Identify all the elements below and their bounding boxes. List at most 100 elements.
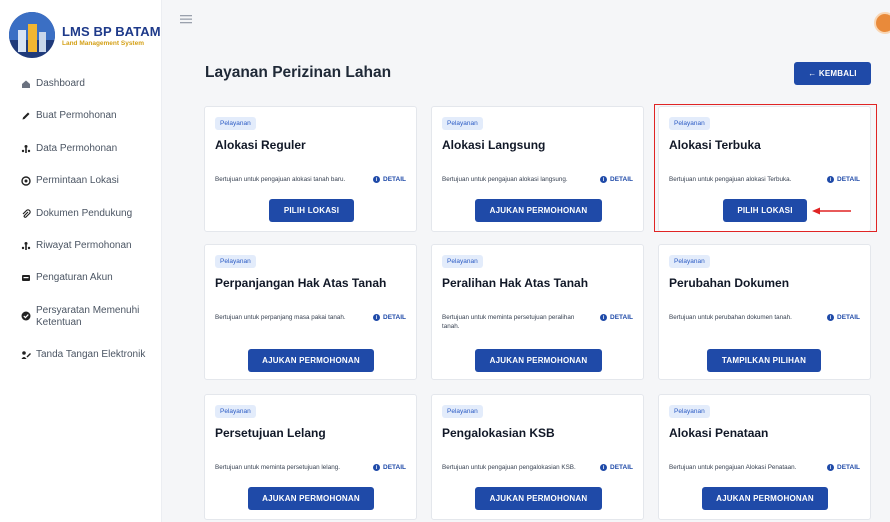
info-icon: i <box>600 176 607 183</box>
avatar[interactable] <box>874 12 890 34</box>
data-icon <box>21 144 31 154</box>
detail-label: DETAIL <box>837 464 860 471</box>
card-description: Bertujuan untuk pengajuan Alokasi Penata… <box>669 464 797 471</box>
service-badge: Pelayanan <box>215 117 256 130</box>
sidebar-item-tanda-tangan[interactable]: Tanda Tangan Elektronik <box>0 347 162 379</box>
detail-label: DETAIL <box>383 176 406 183</box>
service-badge: Pelayanan <box>442 405 483 418</box>
service-card-perubahan-dokumen: Pelayanan Perubahan Dokumen Bertujuan un… <box>658 244 871 380</box>
service-card-alokasi-langsung: Pelayanan Alokasi Langsung Bertujuan unt… <box>431 106 644 232</box>
detail-label: DETAIL <box>837 314 860 321</box>
card-description: Bertujuan untuk meminta persetujuan lela… <box>215 464 340 471</box>
sidebar-item-label: Dokumen Pendukung <box>36 207 133 219</box>
detail-label: DETAIL <box>383 464 406 471</box>
ajukan-permohonan-button[interactable]: AJUKAN PERMOHONAN <box>475 487 602 510</box>
service-card-perpanjangan-hat: Pelayanan Perpanjangan Hak Atas Tanah Be… <box>204 244 417 380</box>
sidebar-item-permintaan-lokasi[interactable]: Permintaan Lokasi <box>0 173 162 205</box>
brand-subtitle: Land Management System <box>62 39 144 47</box>
ajukan-permohonan-button[interactable]: AJUKAN PERMOHONAN <box>475 199 602 222</box>
sidebar-item-label: Tanda Tangan Elektronik <box>36 348 146 360</box>
sidebar: LMS BP BATAM Land Management System Dash… <box>0 0 162 522</box>
sidebar-item-label: Riwayat Permohonan <box>36 239 132 251</box>
detail-label: DETAIL <box>610 314 633 321</box>
detail-link[interactable]: i DETAIL <box>600 176 633 183</box>
card-description: Bertujuan untuk perubahan dokumen tanah. <box>669 314 792 321</box>
info-icon: i <box>373 314 380 321</box>
detail-link[interactable]: i DETAIL <box>600 464 633 471</box>
info-icon: i <box>600 464 607 471</box>
card-description: Bertujuan untuk pengajuan alokasi langsu… <box>442 176 568 183</box>
ajukan-permohonan-button[interactable]: AJUKAN PERMOHONAN <box>702 487 828 510</box>
sidebar-item-label: Buat Permohonan <box>36 110 117 122</box>
card-title: Alokasi Langsung <box>442 138 546 152</box>
service-card-alokasi-penataan: Pelayanan Alokasi Penataan Bertujuan unt… <box>658 394 871 520</box>
brand-logo <box>9 12 55 58</box>
service-badge: Pelayanan <box>669 405 710 418</box>
signature-icon <box>21 350 31 360</box>
info-icon: i <box>600 314 607 321</box>
card-description: Bertujuan untuk pengajuan alokasi tanah … <box>215 176 346 183</box>
sidebar-item-dashboard[interactable]: Dashboard <box>0 76 162 108</box>
check-circle-icon <box>21 311 31 321</box>
card-title: Persetujuan Lelang <box>215 426 326 440</box>
history-icon <box>21 241 31 251</box>
paperclip-icon <box>21 208 31 219</box>
detail-link[interactable]: i DETAIL <box>373 464 406 471</box>
card-description: Bertujuan untuk perpanjang masa pakai ta… <box>215 314 346 321</box>
info-icon: i <box>373 176 380 183</box>
sidebar-item-persyaratan[interactable]: Persyaratan Memenuhi Ketentuan <box>0 303 162 347</box>
topbar <box>162 0 890 42</box>
sidebar-item-riwayat-permohonan[interactable]: Riwayat Permohonan <box>0 238 162 270</box>
detail-link[interactable]: i DETAIL <box>827 464 860 471</box>
service-card-alokasi-reguler: Pelayanan Alokasi Reguler Bertujuan untu… <box>204 106 417 232</box>
user-settings-icon <box>21 273 31 283</box>
card-title: Alokasi Reguler <box>215 138 306 152</box>
arrow-left-icon <box>812 207 851 215</box>
ajukan-permohonan-button[interactable]: AJUKAN PERMOHONAN <box>248 349 374 372</box>
info-icon: i <box>373 464 380 471</box>
detail-link[interactable]: i DETAIL <box>373 176 406 183</box>
detail-label: DETAIL <box>610 176 633 183</box>
tampilkan-pilihan-button[interactable]: TAMPILKAN PILIHAN <box>707 349 821 372</box>
info-icon: i <box>827 314 834 321</box>
service-card-peralihan-hat: Pelayanan Peralihan Hak Atas Tanah Bertu… <box>431 244 644 380</box>
brand[interactable]: LMS BP BATAM Land Management System <box>9 12 161 58</box>
brand-title: LMS BP BATAM <box>62 23 161 39</box>
ajukan-permohonan-button[interactable]: AJUKAN PERMOHONAN <box>248 487 374 510</box>
sidebar-item-buat-permohonan[interactable]: Buat Permohonan <box>0 108 162 140</box>
sidebar-item-label: Data Permohonan <box>36 142 118 154</box>
ajukan-permohonan-button[interactable]: AJUKAN PERMOHONAN <box>475 349 602 372</box>
detail-link[interactable]: i DETAIL <box>373 314 406 321</box>
service-card-pengalokasian-ksb: Pelayanan Pengalokasian KSB Bertujuan un… <box>431 394 644 520</box>
sidebar-item-label: Dashboard <box>36 78 85 89</box>
card-title: Peralihan Hak Atas Tanah <box>442 276 589 290</box>
sidebar-item-pengaturan-akun[interactable]: Pengaturan Akun <box>0 270 162 302</box>
sidebar-menu: Dashboard Buat Permohonan Data Permohona… <box>0 76 162 379</box>
sidebar-item-dokumen-pendukung[interactable]: Dokumen Pendukung <box>0 206 162 238</box>
card-description: Bertujuan untuk meminta persetujuan pera… <box>442 314 575 330</box>
detail-label: DETAIL <box>383 314 406 321</box>
card-title: Alokasi Penataan <box>669 426 769 440</box>
hamburger-menu-icon[interactable] <box>180 12 192 27</box>
card-title: Perubahan Dokumen <box>669 276 790 290</box>
sidebar-item-label: Persyaratan Memenuhi Ketentuan <box>36 304 140 328</box>
card-title: Pengalokasian KSB <box>442 426 555 440</box>
service-badge: Pelayanan <box>442 117 483 130</box>
service-badge: Pelayanan <box>215 405 256 418</box>
home-icon <box>21 79 31 89</box>
page-title: Layanan Perizinan Lahan <box>205 64 392 81</box>
card-description: Bertujuan untuk pengajuan pengalokasian … <box>442 464 576 471</box>
sidebar-item-data-permohonan[interactable]: Data Permohonan <box>0 141 162 173</box>
detail-link[interactable]: i DETAIL <box>600 314 633 321</box>
card-title: Perpanjangan Hak Atas Tanah <box>215 276 387 290</box>
back-button[interactable]: ← KEMBALI <box>794 62 871 85</box>
sidebar-item-label: Pengaturan Akun <box>36 272 113 284</box>
service-badge: Pelayanan <box>442 255 483 268</box>
info-icon: i <box>827 464 834 471</box>
pencil-icon <box>21 111 31 121</box>
detail-link[interactable]: i DETAIL <box>827 314 860 321</box>
location-icon <box>21 176 31 186</box>
detail-label: DETAIL <box>610 464 633 471</box>
pilih-lokasi-button[interactable]: PILIH LOKASI <box>269 199 354 222</box>
sidebar-item-label: Permintaan Lokasi <box>36 175 119 187</box>
